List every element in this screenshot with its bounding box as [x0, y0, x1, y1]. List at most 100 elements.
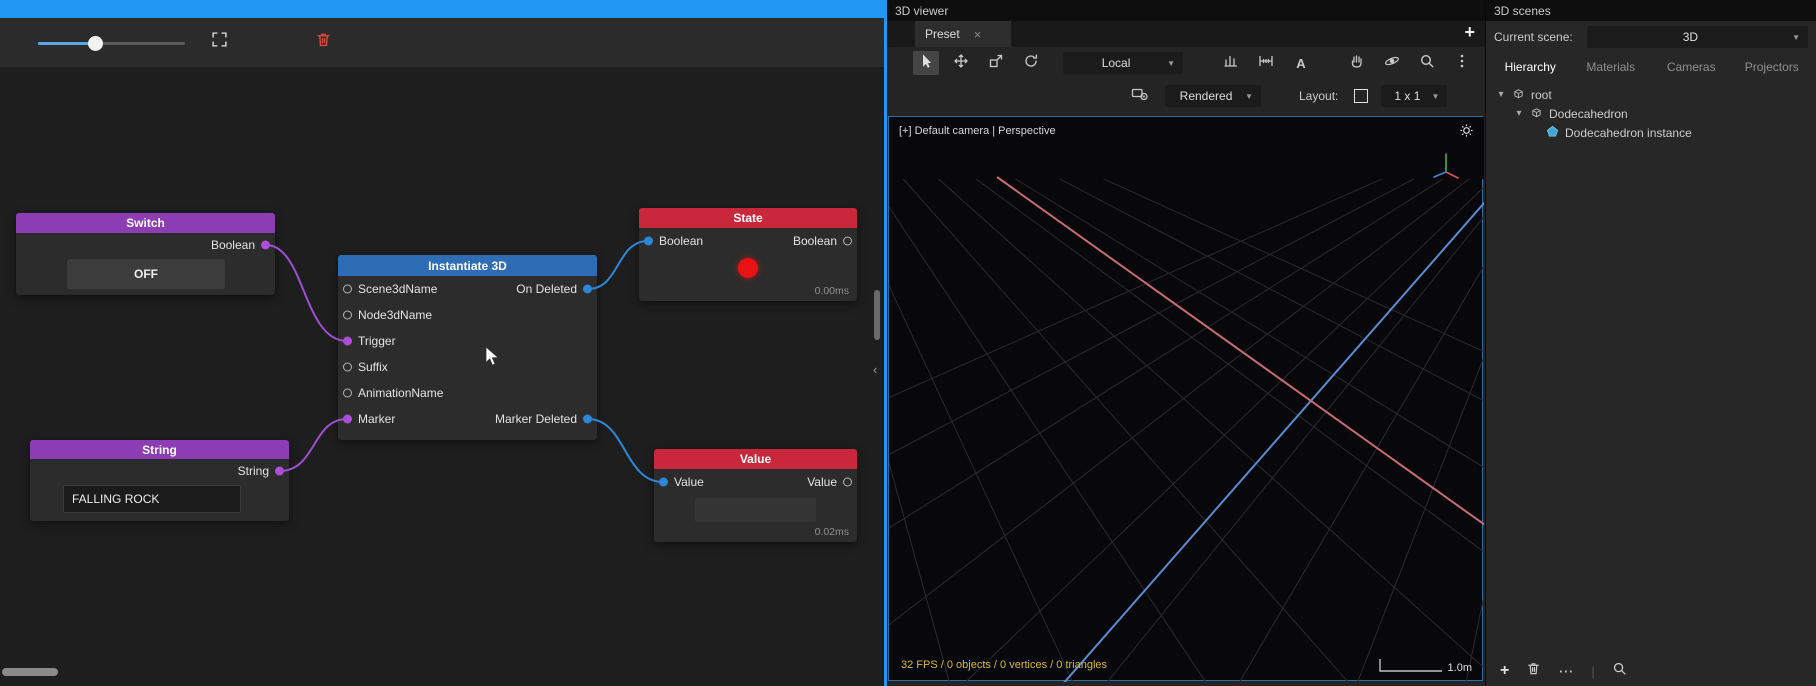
instance-icon	[1546, 125, 1559, 141]
slider-handle[interactable]	[88, 36, 103, 51]
viewport-settings-button[interactable]	[1459, 123, 1474, 143]
scale-bracket-icon	[1378, 659, 1442, 672]
orbit-tool-button[interactable]	[1379, 51, 1405, 75]
layout-label: Layout:	[1299, 89, 1339, 103]
input-port-value[interactable]	[659, 477, 668, 487]
hand-icon	[1349, 53, 1365, 74]
fit-view-button[interactable]	[207, 30, 231, 54]
output-port-marker-deleted[interactable]	[583, 414, 592, 424]
render-mode-dropdown[interactable]: Rendered ▼	[1165, 85, 1261, 107]
viewport-3d[interactable]: [+] Default camera | Perspective 32 FPS …	[888, 116, 1484, 682]
panel-collapse-handle[interactable]: ‹	[873, 362, 877, 377]
move-tool-button[interactable]	[948, 51, 974, 75]
input-port-node3dname[interactable]	[343, 310, 352, 320]
viewer-panel: 3D viewer Preset × + Local ▼ A Rendered …	[887, 0, 1485, 686]
port-label: On Deleted	[516, 282, 577, 296]
input-port-trigger[interactable]	[343, 336, 352, 346]
tree-item-dodecahedron-instance[interactable]: Dodecahedron instance	[1486, 123, 1816, 142]
wire-switch-to-trigger	[265, 244, 348, 342]
more-options-button[interactable]	[1449, 51, 1475, 75]
tab-preset[interactable]: Preset ×	[915, 21, 1011, 47]
delete-item-button[interactable]	[1526, 661, 1541, 681]
input-port-boolean[interactable]	[644, 236, 653, 246]
current-scene-row: Current scene: 3D ▼	[1486, 21, 1816, 53]
node-string-header[interactable]: String	[30, 440, 289, 459]
node-editor-panel[interactable]: Switch Boolean OFF Instantiate 3D Scene3…	[0, 0, 886, 686]
input-port-marker[interactable]	[343, 414, 352, 424]
chevron-down-icon: ▼	[1792, 32, 1800, 42]
close-icon[interactable]: ×	[974, 27, 982, 42]
gear-icon	[1460, 124, 1473, 137]
pan-tool-button[interactable]	[1344, 51, 1370, 75]
vertical-scrollbar[interactable]	[874, 290, 880, 340]
scale-indicator: 1.0m	[1378, 658, 1472, 674]
text-tool-button[interactable]: A	[1288, 51, 1314, 75]
dropdown-value: 3D	[1682, 30, 1699, 44]
output-port-boolean[interactable]	[843, 236, 852, 246]
zoom-tool-button[interactable]	[1414, 51, 1440, 75]
string-value-input[interactable]: FALLING ROCK	[63, 485, 241, 513]
ruler-icon	[1258, 53, 1274, 74]
rotate-tool-button[interactable]	[1018, 51, 1044, 75]
output-port-boolean[interactable]	[261, 240, 270, 250]
wire-string-to-marker	[279, 418, 348, 472]
scale-tool-button[interactable]	[983, 51, 1009, 75]
tab-materials[interactable]: Materials	[1571, 60, 1652, 74]
zoom-slider[interactable]	[38, 35, 185, 51]
input-port-suffix[interactable]	[343, 362, 352, 372]
output-port-value[interactable]	[843, 477, 852, 487]
node-switch[interactable]: Switch Boolean OFF	[16, 213, 275, 295]
transform-space-dropdown[interactable]: Local ▼	[1063, 52, 1183, 74]
expand-caret-icon[interactable]: ▾	[1514, 108, 1524, 119]
measure-tool-button[interactable]	[1253, 51, 1279, 75]
port-label: Value	[674, 475, 704, 489]
tab-projectors[interactable]: Projectors	[1732, 60, 1813, 74]
fit-view-icon	[211, 31, 228, 53]
value-display	[695, 498, 816, 522]
add-tab-button[interactable]: +	[1464, 22, 1475, 43]
tab-hierarchy[interactable]: Hierarchy	[1490, 60, 1571, 74]
panel-divider[interactable]	[884, 0, 887, 686]
snap-tool-button[interactable]	[1218, 51, 1244, 75]
select-tool-button[interactable]	[913, 51, 939, 75]
input-port-scene3dname[interactable]	[343, 284, 352, 294]
port-label: Suffix	[358, 360, 388, 374]
tree-item-root[interactable]: ▾ root	[1486, 85, 1816, 104]
dropdown-value: Rendered	[1179, 89, 1233, 103]
axis-gizmo-icon[interactable]	[1427, 149, 1465, 192]
layout-single-icon[interactable]	[1354, 89, 1369, 103]
port-row: AnimationName	[338, 380, 597, 406]
scenes-tab-bar: Hierarchy Materials Cameras Projectors	[1486, 55, 1816, 79]
editor-toolbar	[0, 18, 886, 67]
node-string[interactable]: String String FALLING ROCK	[30, 440, 289, 521]
node-value[interactable]: Value Value Value 0.02ms	[654, 449, 857, 542]
horizontal-scrollbar[interactable]	[2, 668, 58, 676]
node-value-header[interactable]: Value	[654, 449, 857, 469]
chevron-down-icon: ▼	[1245, 91, 1253, 101]
more-vert-icon	[1454, 53, 1470, 74]
input-port-animationname[interactable]	[343, 388, 352, 398]
port-row: Suffix	[338, 354, 597, 380]
add-item-button[interactable]: +	[1500, 662, 1509, 680]
more-options-button[interactable]: ⋯	[1558, 662, 1574, 680]
execution-time: 0.02ms	[814, 526, 849, 538]
node-instantiate-header[interactable]: Instantiate 3D	[338, 255, 597, 276]
delete-button[interactable]	[311, 30, 335, 54]
node-instantiate-3d[interactable]: Instantiate 3D Scene3dName On Deleted No…	[338, 255, 597, 440]
camera-label[interactable]: [+] Default camera | Perspective	[899, 125, 1056, 137]
chevron-down-icon: ▼	[1431, 91, 1440, 101]
search-button[interactable]	[1612, 661, 1627, 681]
capture-button[interactable]	[1127, 84, 1153, 108]
tree-item-dodecahedron[interactable]: ▾ Dodecahedron	[1486, 104, 1816, 123]
tab-cameras[interactable]: Cameras	[1651, 60, 1732, 74]
output-port-on-deleted[interactable]	[583, 284, 592, 294]
node-switch-header[interactable]: Switch	[16, 213, 275, 233]
output-port-string[interactable]	[275, 466, 284, 476]
layout-dropdown[interactable]: 1 x 1 ▼	[1381, 85, 1448, 107]
node-state[interactable]: State Boolean Boolean 0.00ms	[639, 208, 857, 301]
grid-3d	[889, 117, 1484, 682]
current-scene-dropdown[interactable]: 3D ▼	[1586, 26, 1808, 48]
expand-caret-icon[interactable]: ▾	[1496, 89, 1506, 100]
node-state-header[interactable]: State	[639, 208, 857, 228]
switch-toggle-button[interactable]: OFF	[67, 259, 225, 289]
